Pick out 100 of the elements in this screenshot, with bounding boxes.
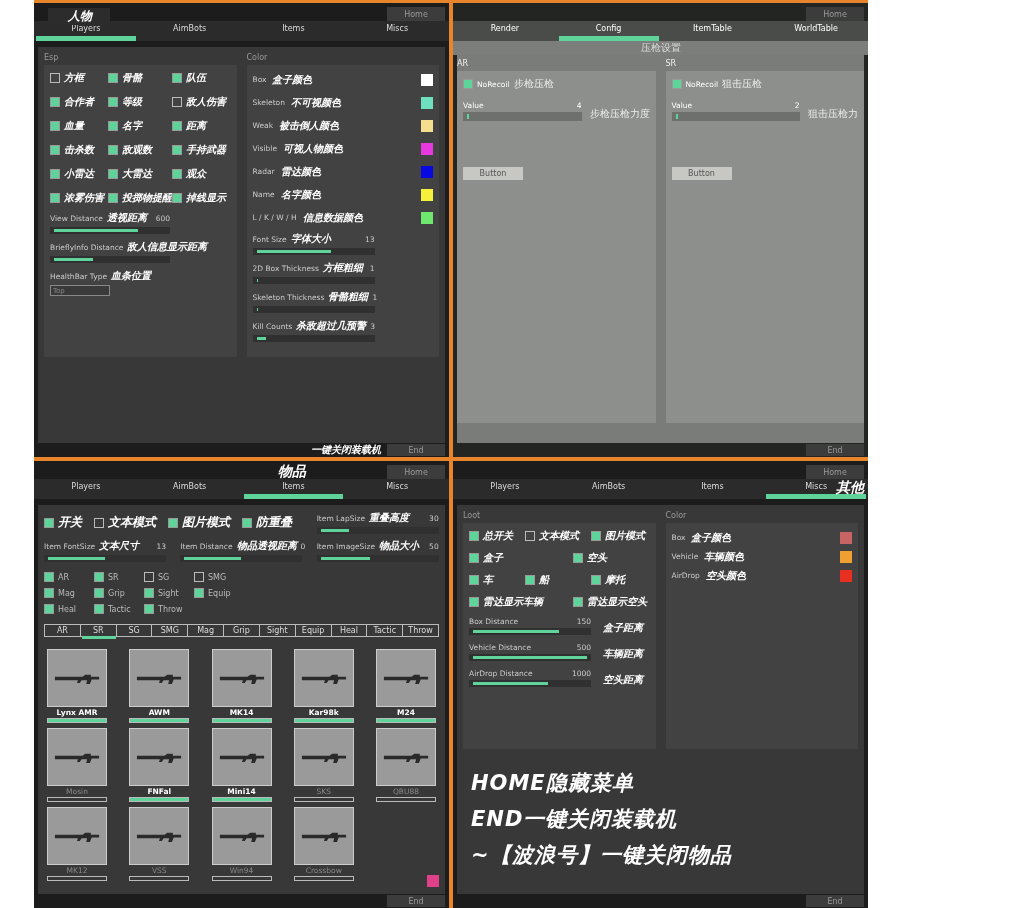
slider-track[interactable] xyxy=(252,277,375,284)
toggle-bar[interactable] xyxy=(376,797,436,802)
color-swatch[interactable] xyxy=(421,211,433,224)
tab[interactable]: Players xyxy=(36,481,136,499)
toggle-bar[interactable] xyxy=(293,876,354,881)
home-button[interactable]: Home xyxy=(806,465,864,479)
slider-track[interactable] xyxy=(180,555,303,562)
filter-tab[interactable]: Heal xyxy=(331,625,368,636)
checkbox[interactable] xyxy=(44,517,54,528)
toggle-bar[interactable] xyxy=(211,797,272,802)
toggle-bar[interactable] xyxy=(47,797,107,802)
checkbox[interactable] xyxy=(172,169,183,179)
button[interactable]: Button xyxy=(671,167,732,180)
checkbox[interactable] xyxy=(94,572,104,582)
checkbox[interactable] xyxy=(242,517,252,528)
checkbox[interactable] xyxy=(469,597,479,607)
filter-tab[interactable]: SR xyxy=(80,625,117,636)
color-swatch[interactable] xyxy=(840,531,852,544)
end-button[interactable]: End xyxy=(806,444,864,456)
filter-tab[interactable]: AR xyxy=(45,625,81,636)
checkbox[interactable] xyxy=(144,588,154,598)
weapon-thumbnail[interactable] xyxy=(211,728,272,786)
filter-tab[interactable]: Throw xyxy=(403,625,438,636)
checkbox[interactable] xyxy=(44,572,54,582)
home-button[interactable]: Home xyxy=(806,7,864,21)
tab[interactable]: AimBots xyxy=(139,481,240,499)
checkbox[interactable] xyxy=(172,193,183,203)
filter-tab[interactable]: Tactic xyxy=(367,625,404,636)
color-swatch[interactable] xyxy=(421,73,433,86)
checkbox[interactable] xyxy=(463,79,473,89)
color-swatch[interactable] xyxy=(840,569,852,582)
toggle-bar[interactable] xyxy=(129,876,190,881)
weapon-thumbnail[interactable] xyxy=(47,807,107,865)
tab[interactable]: Items xyxy=(243,481,344,499)
weapon-thumbnail[interactable] xyxy=(211,807,272,865)
checkbox[interactable] xyxy=(108,121,119,131)
checkbox[interactable] xyxy=(94,588,104,598)
checkbox[interactable] xyxy=(94,517,104,528)
slider-track[interactable] xyxy=(316,555,439,562)
tab[interactable]: Miscs xyxy=(347,23,447,41)
checkbox[interactable] xyxy=(108,97,119,107)
home-button[interactable]: Home xyxy=(387,465,445,479)
slider-track[interactable] xyxy=(50,227,170,234)
checkbox[interactable] xyxy=(50,73,60,83)
slider-track[interactable] xyxy=(671,112,800,121)
checkbox[interactable] xyxy=(172,97,183,107)
checkbox[interactable] xyxy=(50,169,60,179)
checkbox[interactable] xyxy=(108,169,119,179)
checkbox[interactable] xyxy=(94,604,104,614)
toggle-bar[interactable] xyxy=(47,876,107,881)
filter-tab[interactable]: Mag xyxy=(188,625,225,636)
checkbox[interactable] xyxy=(469,553,479,563)
slider-track[interactable] xyxy=(316,527,439,534)
weapon-thumbnail[interactable] xyxy=(293,649,354,707)
end-button[interactable]: End xyxy=(387,444,445,456)
toggle-bar[interactable] xyxy=(293,718,354,723)
checkbox[interactable] xyxy=(108,193,119,203)
toggle-bar[interactable] xyxy=(129,718,190,723)
slider-track[interactable] xyxy=(252,335,375,342)
toggle-bar[interactable] xyxy=(376,718,436,723)
checkbox[interactable] xyxy=(50,97,60,107)
weapon-thumbnail[interactable] xyxy=(293,728,354,786)
checkbox[interactable] xyxy=(168,517,178,528)
tab[interactable]: Items xyxy=(662,481,763,499)
slider-track[interactable] xyxy=(44,555,166,562)
weapon-thumbnail[interactable] xyxy=(47,649,107,707)
slider-track[interactable] xyxy=(469,680,591,687)
checkbox[interactable] xyxy=(172,73,183,83)
checkbox[interactable] xyxy=(144,572,154,582)
checkbox[interactable] xyxy=(108,73,119,83)
color-swatch[interactable] xyxy=(421,96,433,109)
color-swatch[interactable] xyxy=(421,188,433,201)
filter-tab[interactable]: Sight xyxy=(259,625,296,636)
tab[interactable]: Players xyxy=(455,481,555,499)
checkbox[interactable] xyxy=(591,531,601,541)
color-swatch[interactable] xyxy=(427,875,439,887)
checkbox[interactable] xyxy=(50,145,60,155)
tab[interactable]: AimBots xyxy=(558,481,659,499)
weapon-thumbnail[interactable] xyxy=(129,649,190,707)
filter-tab[interactable]: Equip xyxy=(295,625,332,636)
toggle-bar[interactable] xyxy=(47,718,107,723)
weapon-thumbnail[interactable] xyxy=(129,728,190,786)
button[interactable]: Button xyxy=(463,167,523,180)
home-button[interactable]: Home xyxy=(387,7,445,21)
checkbox[interactable] xyxy=(525,531,535,541)
checkbox[interactable] xyxy=(108,145,119,155)
color-swatch[interactable] xyxy=(840,550,852,563)
checkbox[interactable] xyxy=(44,588,54,598)
tab[interactable]: Render xyxy=(455,23,555,41)
weapon-thumbnail[interactable] xyxy=(376,649,436,707)
color-swatch[interactable] xyxy=(421,119,433,132)
end-button[interactable]: End xyxy=(806,895,864,907)
checkbox[interactable] xyxy=(144,604,154,614)
slider-track[interactable] xyxy=(463,112,582,121)
checkbox[interactable] xyxy=(525,575,535,585)
weapon-thumbnail[interactable] xyxy=(47,728,107,786)
weapon-thumbnail[interactable] xyxy=(211,649,272,707)
color-swatch[interactable] xyxy=(421,142,433,155)
tab[interactable]: AimBots xyxy=(139,23,240,41)
toggle-bar[interactable] xyxy=(211,718,272,723)
